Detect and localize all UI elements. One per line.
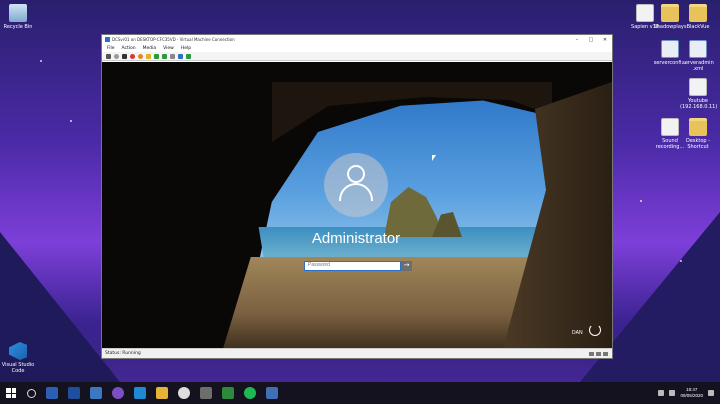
share-icon[interactable] [186,53,191,59]
volume-icon[interactable] [669,390,676,396]
desktop-icon-label: Youtube (192.168.0.11) [680,98,718,110]
chrome-icon[interactable] [178,387,190,399]
language-indicator[interactable]: DAN [572,330,583,336]
taskbar: 18:47 09/05/2020 [0,382,720,404]
user-icon-body [339,183,373,201]
desktop-icon-desktop-shortcut[interactable]: Desktop - Shortcut [680,118,716,150]
edge-icon[interactable] [90,387,102,399]
menu-action[interactable]: Action [122,46,136,51]
reset-icon[interactable] [154,53,159,59]
status-bar: Status: Running [102,348,612,358]
search-icon[interactable] [27,388,36,398]
app-icon[interactable] [200,387,212,399]
shutdown-icon[interactable] [130,53,135,59]
vscode-icon [9,342,27,360]
wallpaper-star [70,120,72,122]
start-button[interactable] [6,388,16,398]
desktop-icon-label: Recycle Bin [3,24,33,30]
vm-screen[interactable]: Administrator Password → DAN [102,62,612,349]
spotify-icon[interactable] [244,387,256,399]
folder-icon [689,4,707,22]
desktop-icon-vscode[interactable]: Visual Studio Code [0,342,36,374]
desktop-icon-blackvue[interactable]: BlackVue [680,4,716,30]
vscode-taskbar-icon[interactable] [134,387,146,399]
hyper-v-icon[interactable] [222,387,234,399]
start-icon[interactable] [114,53,119,59]
desktop-icon-label: Desktop - Shortcut [685,138,710,150]
folder-icon [689,118,707,136]
turn-off-icon[interactable] [122,53,127,59]
desktop-icon-serveradmin[interactable]: serveradmin .xml [680,40,716,72]
checkpoint-icon[interactable] [162,53,167,59]
desktop-icon-label: BlackVue [686,24,710,30]
clock[interactable]: 18:47 09/05/2020 [680,387,703,399]
system-tray: 18:47 09/05/2020 [658,387,720,399]
desktop-icon-label: serveradmin .xml [682,60,714,72]
ctrl-alt-del-icon[interactable] [106,53,111,59]
lock-icon [596,351,601,356]
menu-bar: File Action Media View Help [102,44,612,52]
user-avatar [324,153,388,217]
minimize-icon[interactable]: – [570,37,584,43]
monitor-icon [603,351,608,356]
recycle-bin-icon [9,4,27,22]
obs-icon[interactable] [112,387,124,399]
enhanced-session-icon[interactable] [178,53,183,59]
close-icon[interactable]: ✕ [598,37,612,43]
menu-media[interactable]: Media [143,46,157,51]
clock-date: 09/05/2020 [680,393,703,398]
status-text: Status: Running [105,351,141,356]
submit-arrow-button[interactable]: → [401,261,412,271]
network-drive-icon [689,78,707,96]
keyboard-icon [589,351,594,356]
user-icon [347,165,365,183]
power-icon[interactable] [589,324,601,336]
desktop-icon-youtube-drive[interactable]: Youtube (192.168.0.11) [680,78,718,110]
xml-file-icon [689,40,707,58]
revert-icon[interactable] [170,53,175,59]
desktop-icon-label: Visual Studio Code [1,362,35,374]
window-title: DCSvr01 on DESKTOP-CFC35VD - Virtual Mac… [112,37,235,42]
network-icon[interactable] [658,390,665,396]
status-indicators [589,351,612,356]
remote-desktop-icon[interactable] [266,387,278,399]
wallpaper-star [640,200,642,202]
wallpaper-star [40,60,42,62]
file-icon [661,118,679,136]
mouse-cursor-icon [432,155,436,161]
password-field[interactable]: Password [304,261,401,271]
folder-icon [661,4,679,22]
xml-file-icon [661,40,679,58]
desktop-icon-recycle-bin[interactable]: Recycle Bin [0,4,36,30]
menu-file[interactable]: File [107,46,115,51]
pause-icon[interactable] [146,53,151,59]
maximize-icon[interactable]: □ [584,37,598,43]
menu-view[interactable]: View [163,46,174,51]
vm-connection-window[interactable]: DCSvr01 on DESKTOP-CFC35VD - Virtual Mac… [101,34,613,359]
outlook-icon[interactable] [68,387,80,399]
login-username: Administrator [311,230,401,247]
vm-app-icon [105,37,110,42]
wallpaper-star [680,260,682,262]
notifications-icon[interactable] [708,390,714,396]
window-titlebar[interactable]: DCSvr01 on DESKTOP-CFC35VD - Virtual Mac… [102,35,612,44]
menu-help[interactable]: Help [181,46,191,51]
save-state-icon[interactable] [138,53,143,59]
file-explorer-icon[interactable] [156,387,168,399]
task-view-icon[interactable] [46,387,58,399]
vm-toolbar [102,52,612,61]
